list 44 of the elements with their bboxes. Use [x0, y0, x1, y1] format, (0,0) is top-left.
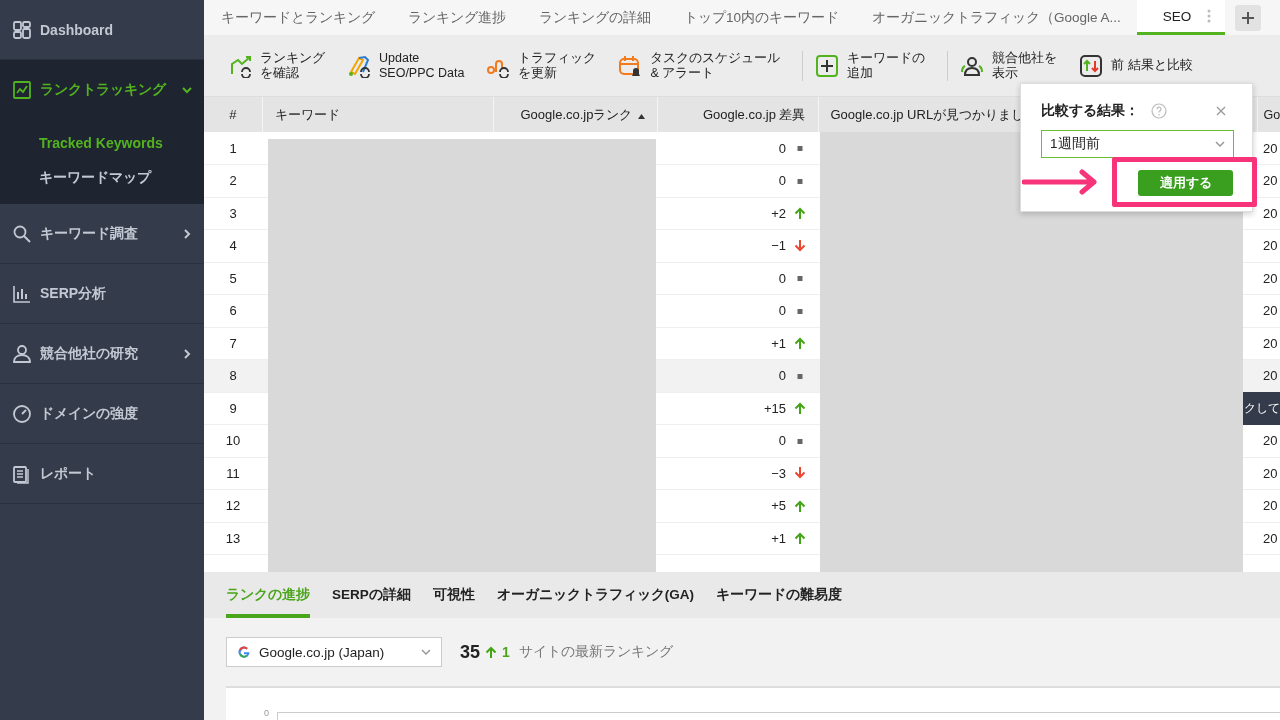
- table-cell: −3: [771, 465, 786, 481]
- row-number: 9: [204, 392, 262, 425]
- row-number: 2: [204, 164, 262, 197]
- table-cell: +1: [771, 530, 786, 546]
- table-cell: 0: [778, 140, 786, 156]
- table-cell: 20: [1263, 530, 1278, 546]
- table-cell: 20: [1263, 498, 1278, 514]
- row-number: 4: [204, 229, 262, 262]
- table-cell: 20: [1263, 335, 1278, 351]
- table-cell: 20: [1263, 270, 1278, 286]
- row-number: 10: [204, 424, 262, 457]
- table-cell: 20: [1263, 303, 1278, 319]
- row-number: 3: [204, 197, 262, 230]
- row-number: 1: [204, 132, 262, 165]
- table-cell: 20: [1263, 465, 1278, 481]
- rank-value: 35: [460, 641, 481, 663]
- axis-label: 0: [264, 708, 269, 720]
- table-cell: −1: [771, 238, 786, 254]
- table-cell: 20: [1263, 205, 1278, 221]
- table-cell: 20: [1263, 433, 1278, 449]
- table-cell: 20: [1263, 368, 1278, 384]
- table-cell: 0: [778, 173, 786, 189]
- row-number: 12: [204, 489, 262, 522]
- rank-caption: サイトの最新ランキング: [518, 643, 673, 661]
- row-number: 13: [204, 522, 262, 555]
- table-cell: +5: [771, 498, 786, 514]
- table-cell: +2: [771, 205, 786, 221]
- popup-title: 比較する結果：: [1041, 102, 1139, 120]
- row-number: 7: [204, 327, 262, 360]
- rank-change: 1: [502, 644, 510, 660]
- table-cell: +15: [763, 400, 786, 416]
- table-cell: 0: [778, 368, 786, 384]
- table-cell: 0: [778, 433, 786, 449]
- table-cell: 20: [1263, 238, 1278, 254]
- tooltip: クして: [1243, 392, 1280, 425]
- row-number: 11: [204, 457, 262, 490]
- table-cell: +1: [771, 335, 786, 351]
- row-number: 8: [204, 359, 262, 392]
- table-cell: 0: [778, 303, 786, 319]
- table-cell: 20: [1263, 140, 1278, 156]
- table-cell: 20: [1263, 173, 1278, 189]
- row-number: 6: [204, 294, 262, 327]
- table-cell: 0: [778, 270, 786, 286]
- row-number: 5: [204, 262, 262, 295]
